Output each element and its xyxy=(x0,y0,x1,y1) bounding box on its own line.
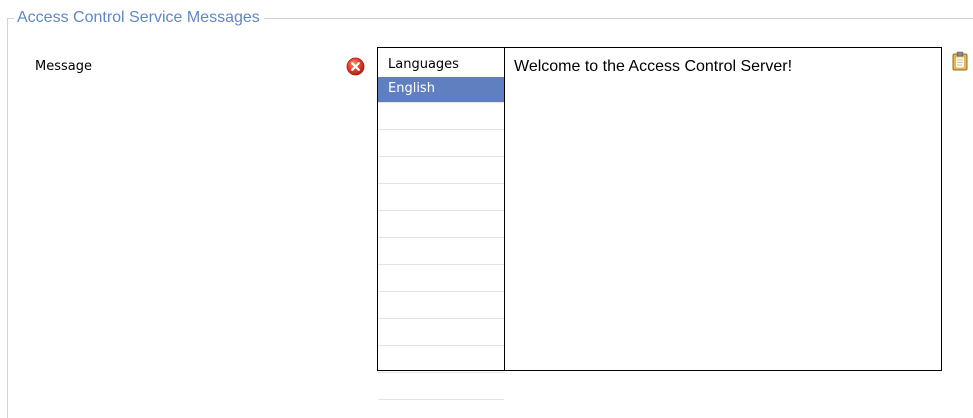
language-item[interactable] xyxy=(378,292,504,319)
languages-list: Languages English xyxy=(378,48,505,400)
language-item[interactable] xyxy=(378,157,504,184)
message-text-field[interactable]: Welcome to the Access Control Server! xyxy=(505,48,941,370)
language-item[interactable] xyxy=(378,373,504,400)
languages-header: Languages xyxy=(388,57,459,72)
language-item[interactable] xyxy=(378,184,504,211)
error-x-icon[interactable] xyxy=(346,57,365,76)
groupbox-title: Access Control Service Messages xyxy=(14,9,264,27)
language-item[interactable] xyxy=(378,103,504,130)
language-item-selected[interactable]: English xyxy=(378,77,504,103)
message-label: Message xyxy=(35,59,92,74)
clipboard-icon-graphic xyxy=(952,51,968,71)
message-editor: Languages English Welcome to the Access … xyxy=(377,47,942,400)
language-item[interactable] xyxy=(378,211,504,238)
clipboard-icon[interactable] xyxy=(952,51,968,71)
language-item[interactable] xyxy=(378,130,504,157)
language-item[interactable] xyxy=(378,265,504,292)
language-item[interactable] xyxy=(378,346,504,373)
error-x-icon-graphic xyxy=(346,57,365,76)
language-item[interactable] xyxy=(378,238,504,265)
language-item[interactable] xyxy=(378,319,504,346)
